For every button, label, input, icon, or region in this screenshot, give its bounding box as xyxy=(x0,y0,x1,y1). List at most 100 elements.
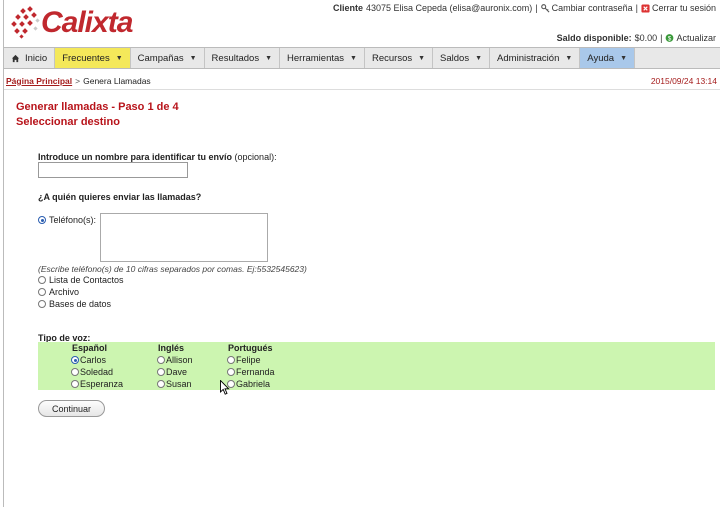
voice-radio[interactable] xyxy=(227,368,235,376)
nav-item-ayuda[interactable]: Ayuda ▼ xyxy=(580,48,635,68)
key-icon xyxy=(540,3,550,12)
nav-item-frecuentes[interactable]: Frecuentes ▼ xyxy=(55,48,131,68)
target-question-text: ¿A quién quieres enviar las llamadas? xyxy=(38,192,202,202)
voice-option-susan[interactable]: Susan xyxy=(157,379,192,389)
target-question: ¿A quién quieres enviar las llamadas? xyxy=(38,192,201,202)
voice-name: Esperanza xyxy=(80,379,124,389)
database-option[interactable]: Bases de datos xyxy=(38,299,111,309)
voice-radio[interactable] xyxy=(71,356,79,364)
voice-option-allison[interactable]: Allison xyxy=(157,355,193,365)
voice-selection-panel xyxy=(38,342,715,390)
name-optional-text: (opcional): xyxy=(234,152,277,162)
voice-option-esperanza[interactable]: Esperanza xyxy=(71,379,123,389)
contacts-list-label: Lista de Contactos xyxy=(49,275,124,285)
nav-item-herramientas[interactable]: Herramientas ▼ xyxy=(280,48,365,68)
voice-option-fernanda[interactable]: Fernanda xyxy=(227,367,275,377)
update-label: Actualizar xyxy=(676,33,716,43)
divider: | xyxy=(535,3,538,13)
voice-name: Fernanda xyxy=(236,367,275,377)
voice-radio[interactable] xyxy=(227,356,235,364)
file-option[interactable]: Archivo xyxy=(38,287,79,297)
page-subtitle: Seleccionar destino xyxy=(16,116,120,128)
phone-numbers-textarea[interactable] xyxy=(100,213,268,262)
nav-label: Herramientas xyxy=(287,52,345,64)
voice-option-dave[interactable]: Dave xyxy=(157,367,187,377)
voice-name: Felipe xyxy=(236,355,261,365)
change-password-link[interactable]: Cambiar contraseña xyxy=(540,3,633,13)
update-balance-link[interactable]: $ Actualizar xyxy=(665,33,716,43)
phone-format-note: (Escribe teléfono(s) de 10 cifras separa… xyxy=(38,264,307,274)
voice-radio[interactable] xyxy=(157,356,165,364)
english-voices-header: Inglés xyxy=(158,343,185,353)
chevron-down-icon: ▼ xyxy=(620,54,627,62)
voice-option-carlos[interactable]: Carlos xyxy=(71,355,106,365)
client-info: 43075 Elisa Cepeda (elisa@auronix.com) xyxy=(366,3,533,13)
nav-item-administracion[interactable]: Administración ▼ xyxy=(490,48,581,68)
contacts-list-radio[interactable] xyxy=(38,276,46,284)
name-field-label: Introduce un nombre para identificar tu … xyxy=(38,152,277,162)
voice-radio[interactable] xyxy=(71,380,79,388)
nav-label: Inicio xyxy=(25,52,48,64)
money-icon: $ xyxy=(666,34,674,43)
nav-item-inicio[interactable]: Inicio xyxy=(4,48,56,68)
voice-option-felipe[interactable]: Felipe xyxy=(227,355,261,365)
chevron-down-icon: ▼ xyxy=(265,54,273,62)
breadcrumb-home-link[interactable]: Página Principal xyxy=(6,76,72,86)
chevron-down-icon: ▼ xyxy=(115,54,123,62)
voice-radio[interactable] xyxy=(157,380,165,388)
file-label: Archivo xyxy=(49,287,80,297)
nav-label: Ayuda xyxy=(587,52,615,64)
chevron-down-icon: ▼ xyxy=(418,54,426,62)
client-label: Cliente xyxy=(332,3,363,13)
nav-item-campanas[interactable]: Campañas ▼ xyxy=(131,48,205,68)
chevron-down-icon: ▼ xyxy=(189,54,197,62)
voice-option-gabriela[interactable]: Gabriela xyxy=(227,379,270,389)
current-datetime: 2015/09/24 13:14 xyxy=(650,75,717,86)
user-info-bar: Cliente 43075 Elisa Cepeda (elisa@auroni… xyxy=(333,3,716,13)
database-label: Bases de datos xyxy=(49,299,112,309)
voice-name: Susan xyxy=(166,379,192,389)
divider: | xyxy=(660,33,663,43)
voice-name: Soledad xyxy=(80,367,114,377)
breadcrumb: Página Principal > Genera Llamadas 2015/… xyxy=(4,72,720,90)
balance-label: Saldo disponible: xyxy=(556,33,632,43)
phone-option[interactable]: Teléfono(s): xyxy=(38,215,96,225)
breadcrumb-separator: > xyxy=(75,75,81,86)
nav-item-saldos[interactable]: Saldos ▼ xyxy=(433,48,491,68)
phone-label: Teléfono(s): xyxy=(49,215,97,225)
voice-name: Allison xyxy=(166,355,193,365)
nav-label: Campañas xyxy=(137,52,184,64)
contacts-list-option[interactable]: Lista de Contactos xyxy=(38,275,124,285)
chevron-down-icon: ▼ xyxy=(350,54,357,62)
voice-name: Carlos xyxy=(80,355,107,365)
calixta-logo[interactable]: Calixta xyxy=(7,4,133,42)
logout-label: Cerrar tu sesión xyxy=(651,3,716,13)
logout-icon xyxy=(641,3,650,13)
main-nav: Inicio Frecuentes ▼ Campañas ▼ Resultados ▼… xyxy=(4,47,720,69)
spanish-voices-header: Español xyxy=(72,343,108,353)
voice-radio[interactable] xyxy=(157,368,165,376)
send-name-input[interactable] xyxy=(38,162,188,178)
nav-item-resultados[interactable]: Resultados ▼ xyxy=(205,48,281,68)
page-title: Generar llamadas - Paso 1 de 4 xyxy=(16,101,179,113)
chevron-down-icon: ▼ xyxy=(475,54,483,62)
balance-value: $0.00 xyxy=(634,33,658,43)
svg-text:$: $ xyxy=(668,36,672,43)
logo-mark-icon xyxy=(11,6,40,39)
continue-button[interactable]: Continuar xyxy=(38,400,105,417)
chevron-down-icon: ▼ xyxy=(565,54,573,62)
file-radio[interactable] xyxy=(38,288,46,296)
nav-label: Frecuentes xyxy=(62,52,110,64)
voice-name: Dave xyxy=(166,367,188,377)
voice-option-soledad[interactable]: Soledad xyxy=(71,367,113,377)
phone-radio[interactable] xyxy=(38,216,46,224)
voice-radio[interactable] xyxy=(71,368,79,376)
page-container: Calixta Cliente 43075 Elisa Cepeda (elis… xyxy=(3,0,720,507)
nav-label: Recursos xyxy=(371,52,413,64)
nav-label: Resultados xyxy=(211,52,260,64)
database-radio[interactable] xyxy=(38,300,46,308)
divider: | xyxy=(635,3,638,13)
logout-link[interactable]: Cerrar tu sesión xyxy=(641,3,716,13)
nav-item-recursos[interactable]: Recursos ▼ xyxy=(365,48,434,68)
voice-name: Gabriela xyxy=(236,379,271,389)
